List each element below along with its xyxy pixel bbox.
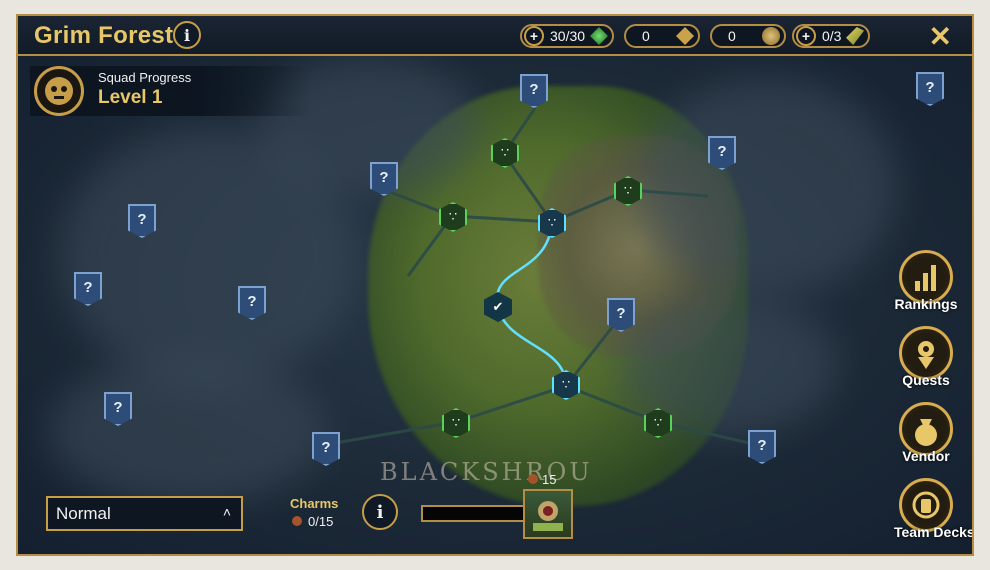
squad-emblem-icon (34, 66, 84, 116)
charms-count: 0/15 (290, 514, 352, 529)
team-decks-button[interactable]: Team Decks (894, 478, 974, 540)
rankings-label: Rankings (894, 296, 958, 312)
reward-chest[interactable] (523, 489, 573, 539)
quests-label: Quests (902, 372, 950, 388)
charms-info-button[interactable]: i (362, 494, 398, 530)
reward-cost: 15 (526, 472, 556, 487)
squad-progress-label: Squad Progress (98, 70, 192, 85)
squad-level: Level 1 (98, 87, 163, 108)
info-button[interactable]: i (173, 21, 201, 49)
add-keys-button[interactable]: + (796, 26, 816, 46)
resource-a-value: 0 (642, 28, 650, 44)
energy-counter: + 30/30 (520, 24, 614, 48)
charm-icon (292, 516, 302, 526)
quests-button[interactable]: Quests (894, 326, 958, 388)
energy-icon (590, 27, 608, 45)
region-label: BLACKSHROU (380, 458, 593, 486)
info-icon: i (183, 25, 191, 45)
difficulty-value: Normal (56, 503, 111, 523)
vendor-button[interactable]: Vendor (894, 402, 958, 464)
spiral-coin-icon (762, 27, 780, 45)
reward-icon (533, 501, 563, 531)
chevron-up-icon: ˄ (222, 504, 231, 520)
difficulty-select[interactable]: Normal ˄ (46, 496, 243, 531)
gem-icon (676, 27, 694, 45)
game-frame: Grim Forest i + 30/30 0 0 + 0/3 ✕ Squad … (0, 0, 990, 570)
resource-a-counter: 0 (624, 24, 700, 48)
team-decks-label: Team Decks (894, 524, 974, 540)
keys-value: 0/3 (822, 28, 842, 44)
vendor-label: Vendor (902, 448, 950, 464)
check-icon: ✔ (492, 299, 504, 314)
progress-bar (421, 505, 525, 522)
squad-progress: Squad Progress Level 1 (30, 66, 310, 116)
resource-b-counter: 0 (710, 24, 786, 48)
charms-panel: Charms 0/15 (290, 496, 352, 529)
info-icon: i (376, 501, 384, 523)
energy-value: 30/30 (550, 28, 586, 44)
keys-counter: + 0/3 (792, 24, 870, 48)
resource-b-value: 0 (728, 28, 736, 44)
charms-label: Charms (290, 496, 339, 511)
key-icon (846, 27, 864, 45)
close-button[interactable]: ✕ (929, 20, 952, 53)
map-screen: Grim Forest i + 30/30 0 0 + 0/3 ✕ Squad … (16, 14, 974, 556)
charm-icon (528, 474, 538, 484)
rankings-button[interactable]: Rankings (894, 250, 958, 312)
top-bar: Grim Forest i + 30/30 0 0 + 0/3 ✕ (18, 16, 972, 56)
add-energy-button[interactable]: + (524, 26, 544, 46)
page-title: Grim Forest (34, 22, 174, 49)
